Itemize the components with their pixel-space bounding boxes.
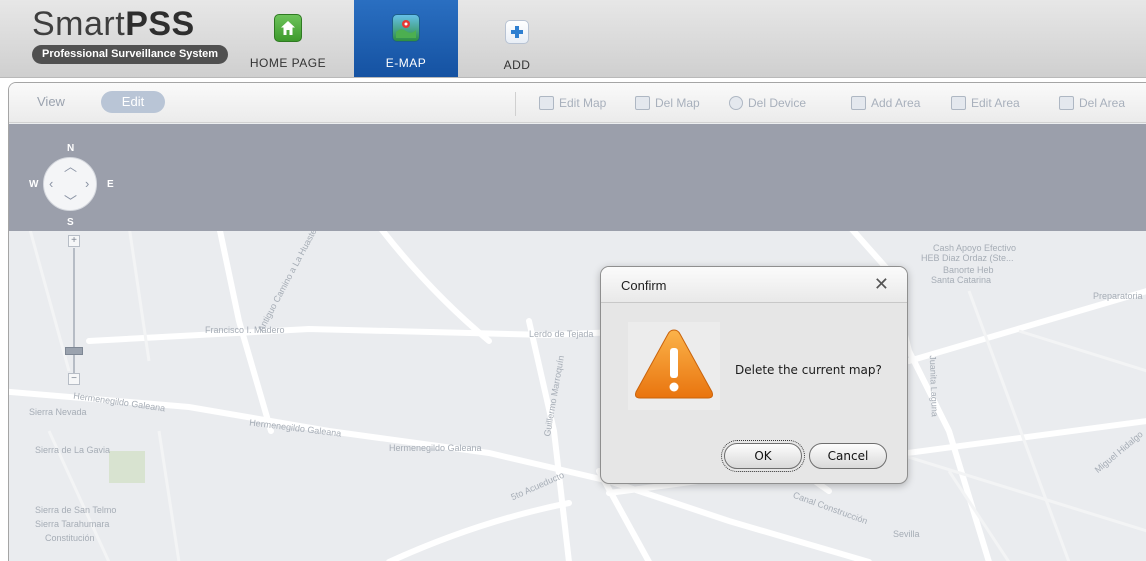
map-street-label: Sevilla [893,529,920,539]
dialog-title: Confirm [621,278,667,293]
delete-area-label: Del Area [1079,96,1126,110]
map-poi-label: Banorte Heb [943,265,994,275]
map-street-label: Lerdo de Tejada [529,329,594,339]
delete-area-icon [1059,96,1074,110]
pan-up-icon[interactable]: ︿ [64,160,77,173]
map-toolbar: View Edit Edit Map Del Map Del Device Ad… [9,83,1146,123]
zoom-in-icon[interactable]: + [68,235,80,247]
compass-north-label: N [67,143,75,154]
plus-icon [505,20,529,44]
e-map-panel: View Edit Edit Map Del Map Del Device Ad… [8,82,1146,561]
tab-add-label: ADD [503,58,531,72]
map-street-label: Hermenegildo Galeana [389,443,482,453]
dialog-message: Delete the current map? [735,363,882,377]
map-street-label: Constitución [45,533,95,543]
edit-area-icon [951,96,966,110]
tab-add[interactable]: ADD [465,0,569,77]
map-poi-label: Cash Apoyo Efectivo [933,243,1017,253]
map-header-band [9,124,1146,231]
close-icon[interactable]: ✕ [874,275,889,293]
warning-icon [628,322,720,410]
tab-home-page-label: HOME PAGE [249,56,327,70]
map-poi-label: Preparatoria [1093,291,1143,301]
map-street-label: Sierra Tarahumara [35,519,110,529]
app-logo: SmartPSS Professional Surveillance Syste… [32,5,229,66]
map-poi-label: Santa Catarina [931,275,992,285]
zoom-slider[interactable]: + − [63,235,85,385]
pan-left-icon[interactable]: ‹ [49,177,53,190]
tab-e-map[interactable]: E-MAP [354,0,458,77]
map-street-label: Sierra Nevada [29,407,87,417]
map-poi-label: HEB Diaz Ordaz (Ste... [921,253,1014,263]
edit-area-button[interactable]: Edit Area [951,93,1020,113]
map-street-label: Juanita Laguna [927,355,940,417]
edit-map-icon [539,96,554,110]
map-street-label: Sierra de San Telmo [35,505,117,515]
logo-tagline: Professional Surveillance System [32,45,229,64]
add-area-icon [851,96,866,110]
pan-down-icon[interactable]: ﹀ [64,195,77,208]
edit-mode-button[interactable]: Edit [101,91,165,113]
ok-button[interactable]: OK [721,440,805,472]
compass-south-label: S [67,217,74,228]
compass-control: N S E W ︿ ﹀ ‹ › [23,137,119,233]
delete-device-button[interactable]: Del Device [729,93,806,113]
cancel-button[interactable]: Cancel [809,443,887,469]
tab-home-page[interactable]: HOME PAGE [236,0,340,77]
compass-east-label: E [107,179,114,190]
delete-device-icon [729,96,743,110]
pan-right-icon[interactable]: › [85,177,89,190]
dialog-title-bar: Confirm ✕ [601,267,907,303]
delete-map-icon [635,96,650,110]
home-icon [274,14,302,42]
add-area-button[interactable]: Add Area [851,93,920,113]
logo-wordmark: SmartPSS [32,5,195,43]
delete-device-label: Del Device [748,96,807,110]
view-mode-button[interactable]: View [37,91,65,113]
compass-west-label: W [29,179,39,190]
edit-area-label: Edit Area [971,96,1020,110]
edit-map-button[interactable]: Edit Map [539,93,606,113]
delete-map-label: Del Map [655,96,700,110]
map-street-label: Francisco I. Madero [205,325,285,335]
zoom-thumb[interactable] [65,347,83,355]
confirm-dialog: Confirm ✕ Delete the current map? OK Can… [600,266,908,484]
edit-map-label: Edit Map [559,96,607,110]
top-bar: SmartPSS Professional Surveillance Syste… [0,0,1146,78]
delete-map-button[interactable]: Del Map [635,93,700,113]
map-canvas[interactable]: Francisco I. Madero Lerdo de Tejada Herm… [9,231,1146,561]
toolbar-divider [515,92,516,116]
add-area-label: Add Area [871,96,921,110]
map-icon [392,14,420,42]
delete-area-button[interactable]: Del Area [1059,93,1125,113]
tab-e-map-label: E-MAP [385,56,427,70]
map-street-label: Sierra de La Gavia [35,445,111,455]
zoom-out-icon[interactable]: − [68,373,80,385]
